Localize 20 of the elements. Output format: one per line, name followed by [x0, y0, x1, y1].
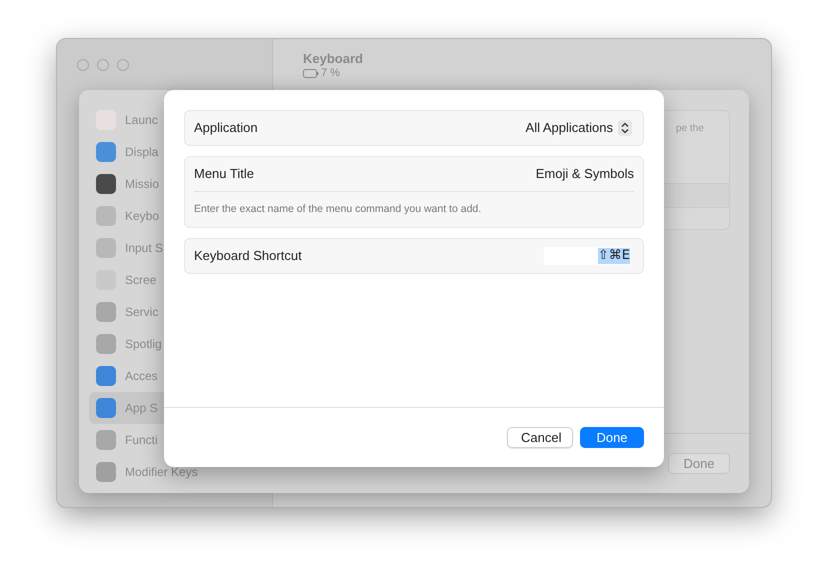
- hint-text: Enter the exact name of the menu command you want to add.: [194, 202, 482, 217]
- row-label: Application: [194, 119, 258, 138]
- sidebar-label: Keybo: [125, 208, 160, 225]
- sidebar-label: Displa: [125, 144, 158, 161]
- sidebar-label: Launc: [125, 112, 158, 129]
- sidebar-label: Spotlig: [125, 336, 162, 353]
- sidebar-label: App S: [125, 400, 158, 417]
- sidebar-label: Functi: [125, 432, 158, 449]
- sidebar-label: Scree: [125, 272, 156, 289]
- battery-level: 7 %: [321, 67, 340, 80]
- window-title: Keyboard: [303, 51, 363, 67]
- sidebar-label: Servic: [125, 304, 158, 321]
- sidebar-label: Missio: [125, 176, 160, 193]
- sidebar-label: Input S: [125, 240, 164, 257]
- sidebar-label: Acces: [125, 368, 158, 385]
- shortcut-value: ⇧⌘E: [598, 248, 630, 264]
- description-text: pe the: [675, 122, 705, 136]
- row-label: Keyboard Shortcut: [194, 247, 302, 266]
- row-label: Menu Title: [194, 165, 254, 184]
- sidebar-label: Modifier Keys: [125, 464, 198, 481]
